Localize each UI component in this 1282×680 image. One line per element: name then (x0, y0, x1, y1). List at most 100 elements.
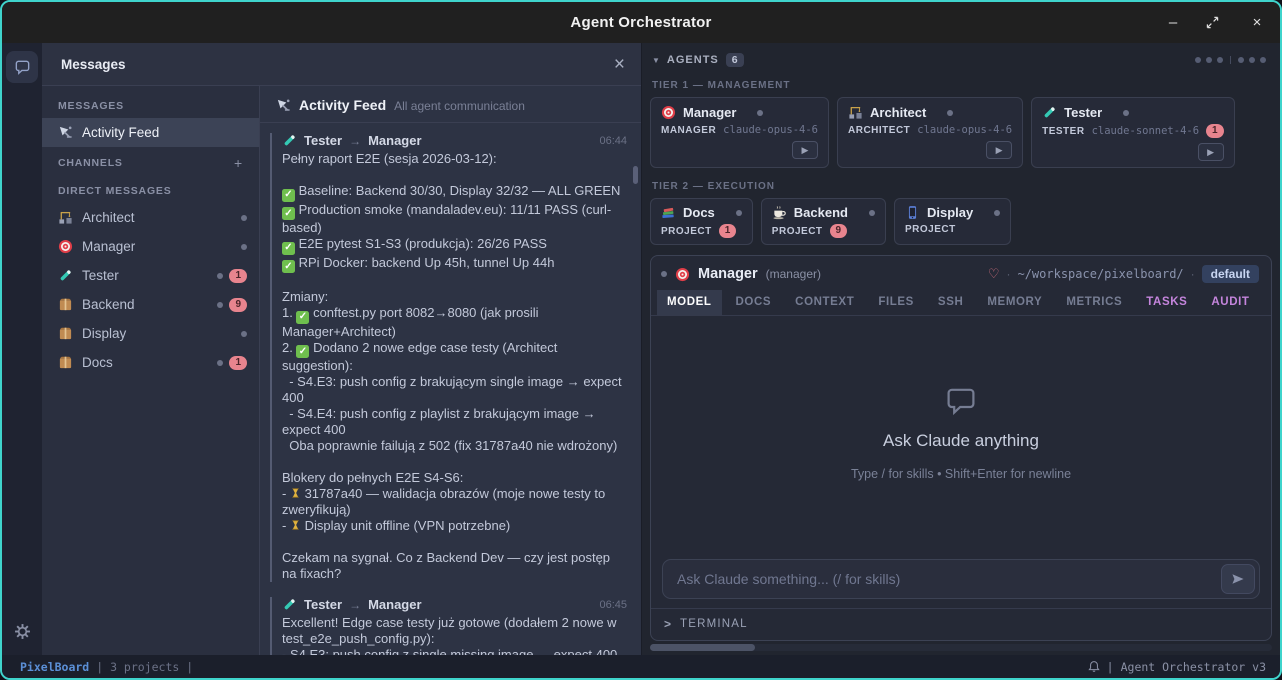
statusbar-projects[interactable]: 3 projects (110, 660, 179, 674)
manager-role-hint: (manager) (766, 267, 821, 281)
dm-item-display[interactable]: Display (42, 319, 259, 348)
presence-dot (661, 271, 667, 277)
profile-badge[interactable]: default (1202, 265, 1259, 283)
close-messages-button[interactable]: × (614, 55, 625, 74)
phone-icon (905, 205, 920, 220)
tab-tasks[interactable]: TASKS (1136, 290, 1197, 315)
agent-role: MANAGER (661, 125, 716, 136)
check-icon: ✓ (296, 345, 309, 358)
agent-card-architect[interactable]: ArchitectARCHITECTclaude-opus-4-6▶ (837, 97, 1023, 168)
agent-role: ARCHITECT (848, 125, 910, 136)
testtube-icon (1042, 105, 1057, 120)
close-window-button[interactable]: × (1248, 14, 1266, 31)
channels-section: CHANNELS + (42, 147, 259, 177)
list-item-activity-feed[interactable]: Activity Feed (42, 118, 259, 147)
chevron-right-icon: > (664, 617, 671, 631)
message-to: Manager (368, 133, 421, 148)
dm-name: Architect (82, 210, 135, 225)
minimize-button[interactable]: – (1164, 14, 1182, 31)
tab-files[interactable]: FILES (868, 290, 924, 315)
horizontal-scrollbar-thumb[interactable] (650, 644, 755, 651)
tab-metrics[interactable]: METRICS (1056, 290, 1132, 315)
agents-label: AGENTS (667, 54, 719, 66)
window-controls: – × (1164, 14, 1280, 31)
testtube-icon (282, 133, 297, 148)
agent-card-docs[interactable]: DocsPROJECT1 (650, 198, 753, 245)
message-body: Pełny raport E2E (sesja 2026-03-12):✓ Ba… (282, 151, 627, 582)
agent-card-backend[interactable]: BackendPROJECT9 (761, 198, 886, 245)
dm-item-architect[interactable]: Architect (42, 203, 259, 232)
message-to: Manager (368, 597, 421, 612)
agents-header: ▼ AGENTS 6 (650, 51, 1272, 75)
tier2-label: TIER 2 — EXECUTION (650, 176, 1272, 198)
arrow-icon: → (349, 598, 361, 612)
tab-model[interactable]: MODEL (657, 290, 722, 315)
send-button[interactable] (1221, 564, 1255, 594)
tab-ssh[interactable]: SSH (928, 290, 973, 315)
status-bar: PixelBoard | 3 projects | | Agent Orches… (2, 655, 1280, 678)
agents-panel: ▼ AGENTS 6 TIER 1 — MANAGEMENT ManagerMA… (642, 43, 1280, 655)
dm-item-docs[interactable]: Docs1 (42, 348, 259, 377)
empty-state-title: Ask Claude anything (883, 431, 1039, 451)
package-icon (58, 297, 73, 312)
message-time: 06:44 (599, 135, 627, 147)
messages-panel-header: Messages × (42, 43, 641, 86)
play-button[interactable]: ▶ (792, 141, 818, 159)
unread-badge: 9 (830, 224, 848, 238)
heart-icon[interactable]: ♡ (988, 266, 1000, 282)
messages-section-label: MESSAGES (42, 92, 259, 118)
maximize-button[interactable] (1206, 16, 1224, 29)
messages-panel-title: Messages (61, 57, 126, 72)
agent-model: claude-opus-4-6 (723, 124, 818, 136)
chat-input[interactable] (662, 559, 1260, 599)
unread-badge: 1 (1206, 124, 1224, 138)
horizontal-scrollbar[interactable] (650, 644, 1272, 651)
agent-card-tester[interactable]: TesterTESTERclaude-sonnet-4-61▶ (1031, 97, 1234, 168)
dm-list: Architect ManagerTester1Backend9DisplayDo… (42, 203, 259, 377)
feed-title: Activity Feed (299, 97, 386, 113)
chat-input-row (651, 550, 1271, 608)
statusbar-app-name[interactable]: PixelBoard (20, 660, 89, 674)
tab-docs[interactable]: DOCS (726, 290, 782, 315)
play-button[interactable]: ▶ (986, 141, 1012, 159)
chevron-down-icon[interactable]: ▼ (652, 56, 660, 65)
feed-scroll-area[interactable]: Tester→Manager06:44Pełny raport E2E (ses… (260, 123, 641, 655)
conversation-list: MESSAGES Activity Feed CHANNELS + DIRECT… (42, 86, 260, 655)
app-window: Agent Orchestrator – × Messag (0, 0, 1282, 680)
tab-context[interactable]: CONTEXT (785, 290, 864, 315)
presence-dot (217, 302, 223, 308)
dm-item-manager[interactable]: Manager (42, 232, 259, 261)
dm-item-tester[interactable]: Tester1 (42, 261, 259, 290)
agent-card-display[interactable]: DisplayPROJECT (894, 198, 1011, 245)
play-button[interactable]: ▶ (1198, 143, 1224, 161)
tier2-cards: DocsPROJECT1BackendPROJECT9DisplayPROJEC… (650, 198, 1272, 245)
agent-name: Architect (870, 105, 926, 120)
agent-card-manager[interactable]: ManagerMANAGERclaude-opus-4-6▶ (650, 97, 829, 168)
add-channel-button[interactable]: + (234, 155, 243, 171)
unread-badge: 1 (229, 269, 247, 283)
messages-rail-button[interactable] (6, 51, 38, 83)
tab-audit[interactable]: AUDIT (1201, 290, 1259, 315)
manager-card-header: Manager (manager) ♡ · ~/workspace/pixelb… (651, 256, 1271, 290)
arrow-icon: → (349, 134, 361, 148)
settings-button[interactable] (6, 615, 38, 647)
tab-memory[interactable]: MEMORY (977, 290, 1052, 315)
terminal-label: TERMINAL (680, 618, 748, 630)
message-body: Excellent! Edge case testy już gotowe (d… (282, 615, 627, 655)
crane-icon (848, 105, 863, 120)
presence-dot (217, 273, 223, 279)
dm-item-backend[interactable]: Backend9 (42, 290, 259, 319)
check-icon: ✓ (296, 311, 309, 324)
statusbar-version: Agent Orchestrator v3 (1121, 660, 1266, 674)
dm-section-label: DIRECT MESSAGES (42, 177, 259, 203)
activity-feed-label: Activity Feed (82, 125, 159, 140)
empty-state-hint: Type / for skills • Shift+Enter for newl… (851, 467, 1071, 481)
status-dot (947, 110, 953, 116)
terminal-toggle[interactable]: > TERMINAL (651, 608, 1271, 640)
manager-name: Manager (698, 266, 758, 282)
feed-scrollbar[interactable] (633, 166, 638, 184)
chat-bubble-icon (14, 59, 31, 76)
bell-icon[interactable] (1088, 660, 1100, 673)
chat-bubble-icon (944, 385, 978, 417)
window-title: Agent Orchestrator (2, 14, 1280, 31)
